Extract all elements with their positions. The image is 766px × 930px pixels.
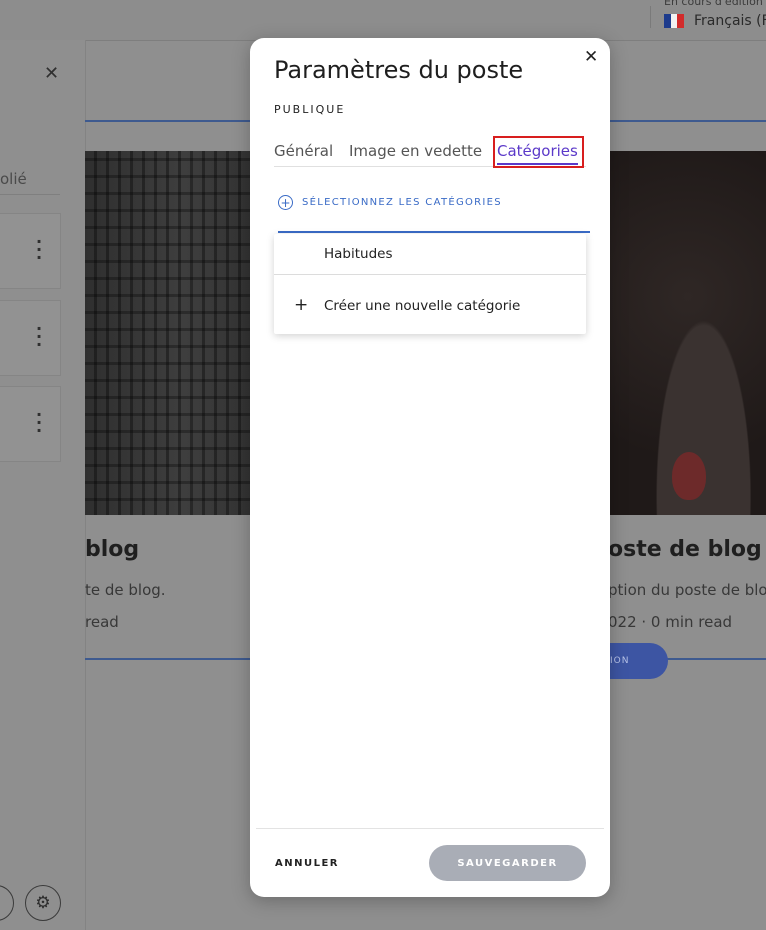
tab-general[interactable]: Général bbox=[274, 142, 333, 160]
save-button[interactable]: SAUVEGARDER bbox=[429, 845, 586, 881]
dropdown-item-label: Créer une nouvelle catégorie bbox=[324, 298, 521, 314]
gear-icon[interactable]: ⚙ bbox=[25, 885, 61, 921]
category-dropdown: Habitudes + Créer une nouvelle catégorie bbox=[274, 234, 586, 334]
select-categories-button[interactable]: + SÉLECTIONNEZ LES CATÉGORIES bbox=[278, 195, 502, 210]
create-category-item[interactable]: + Créer une nouvelle catégorie bbox=[274, 286, 586, 324]
list-item[interactable]: · · · bbox=[0, 300, 61, 376]
more-options-icon[interactable]: · · · bbox=[36, 321, 42, 353]
add-circle-icon: + bbox=[278, 195, 293, 210]
post-image-detail bbox=[672, 452, 706, 500]
status-text: En cours d'édition bbox=[664, 0, 763, 8]
top-bar: En cours d'édition Français (F bbox=[0, 0, 766, 41]
dropdown-item-label: Habitudes bbox=[324, 246, 393, 262]
status-filter-label: olié bbox=[0, 170, 27, 188]
divider bbox=[274, 274, 586, 275]
close-icon[interactable]: ✕ bbox=[44, 63, 59, 84]
post-meta: read bbox=[85, 613, 119, 631]
tab-featured-image[interactable]: Image en vedette bbox=[349, 142, 482, 160]
post-image bbox=[85, 151, 250, 515]
post-excerpt: te de blog. bbox=[85, 581, 166, 599]
post-settings-modal: ✕ Paramètres du poste PUBLIQUE Général I… bbox=[250, 38, 610, 897]
round-button[interactable] bbox=[0, 885, 14, 921]
category-field-underline bbox=[278, 231, 590, 233]
side-panel: ✕ olié · · · · · · · · · ⚙ bbox=[0, 40, 86, 930]
footer-divider bbox=[256, 828, 604, 829]
language-selector[interactable]: Français (F bbox=[664, 13, 766, 29]
post-title[interactable]: oste de blog bbox=[608, 537, 762, 562]
post-title[interactable]: blog bbox=[85, 537, 139, 562]
more-options-icon[interactable]: · · · bbox=[36, 234, 42, 266]
post-meta: 022 · 0 min read bbox=[608, 613, 733, 631]
visibility-label: PUBLIQUE bbox=[274, 103, 346, 116]
close-icon[interactable]: ✕ bbox=[584, 47, 598, 67]
french-flag-icon bbox=[664, 14, 685, 28]
plus-icon: + bbox=[294, 295, 309, 315]
divider bbox=[650, 6, 651, 28]
divider bbox=[0, 194, 60, 195]
list-item[interactable]: · · · bbox=[0, 213, 61, 289]
list-item[interactable]: · · · bbox=[0, 386, 61, 462]
more-options-icon[interactable]: · · · bbox=[36, 407, 42, 439]
dropdown-item-habitudes[interactable]: Habitudes bbox=[274, 234, 586, 272]
language-label: Français (F bbox=[694, 13, 766, 29]
post-action-button[interactable]: ION bbox=[610, 643, 668, 679]
modal-title: Paramètres du poste bbox=[274, 56, 524, 84]
cancel-button[interactable]: ANNULER bbox=[275, 858, 339, 869]
select-categories-label: SÉLECTIONNEZ LES CATÉGORIES bbox=[302, 197, 502, 208]
highlight-box bbox=[493, 136, 584, 168]
post-excerpt: ption du poste de blo bbox=[608, 581, 766, 599]
